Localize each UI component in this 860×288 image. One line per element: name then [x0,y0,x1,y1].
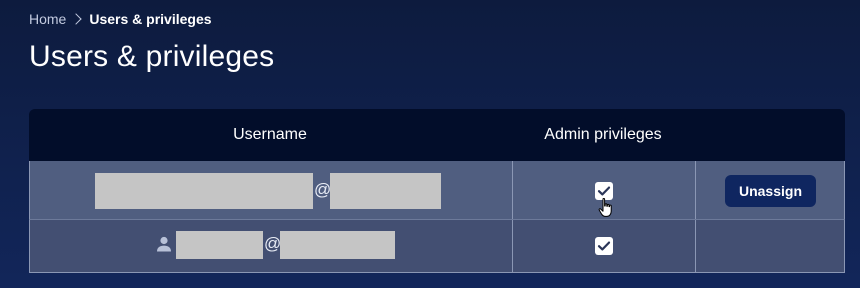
username-at-sign: @ [314,180,332,199]
breadcrumb-home-link[interactable]: Home [29,11,66,27]
admin-privileges-checkbox[interactable] [595,182,613,200]
checkmark-icon [597,186,611,196]
admin-privileges-cell [512,161,696,219]
username-cell: @ [30,161,512,219]
redacted-domain [330,173,441,209]
unassign-button[interactable]: Unassign [725,175,816,207]
redacted-username [95,173,313,209]
table-header: Username Admin privileges [29,109,845,161]
column-header-admin-privileges: Admin privileges [544,126,662,143]
table-row: @ [29,220,845,273]
admin-privileges-cell [512,220,696,272]
actions-cell: Unassign [696,161,845,219]
breadcrumb: Home Users & privileges [29,10,212,28]
chevron-right-icon [70,13,83,25]
redacted-domain [280,231,395,259]
breadcrumb-current: Users & privileges [89,11,212,27]
checkmark-icon [597,241,611,251]
table-row: @ Unassign [29,161,845,220]
column-header-username: Username [233,126,307,143]
admin-privileges-checkbox[interactable] [595,237,613,255]
users-table: Username Admin privileges @ Unassign @ [29,109,845,273]
username-at-sign: @ [264,234,282,253]
redacted-username [176,231,263,259]
page-title: Users & privileges [29,40,275,73]
person-icon [157,236,171,252]
actions-cell [696,220,845,272]
username-cell: @ [30,220,512,272]
